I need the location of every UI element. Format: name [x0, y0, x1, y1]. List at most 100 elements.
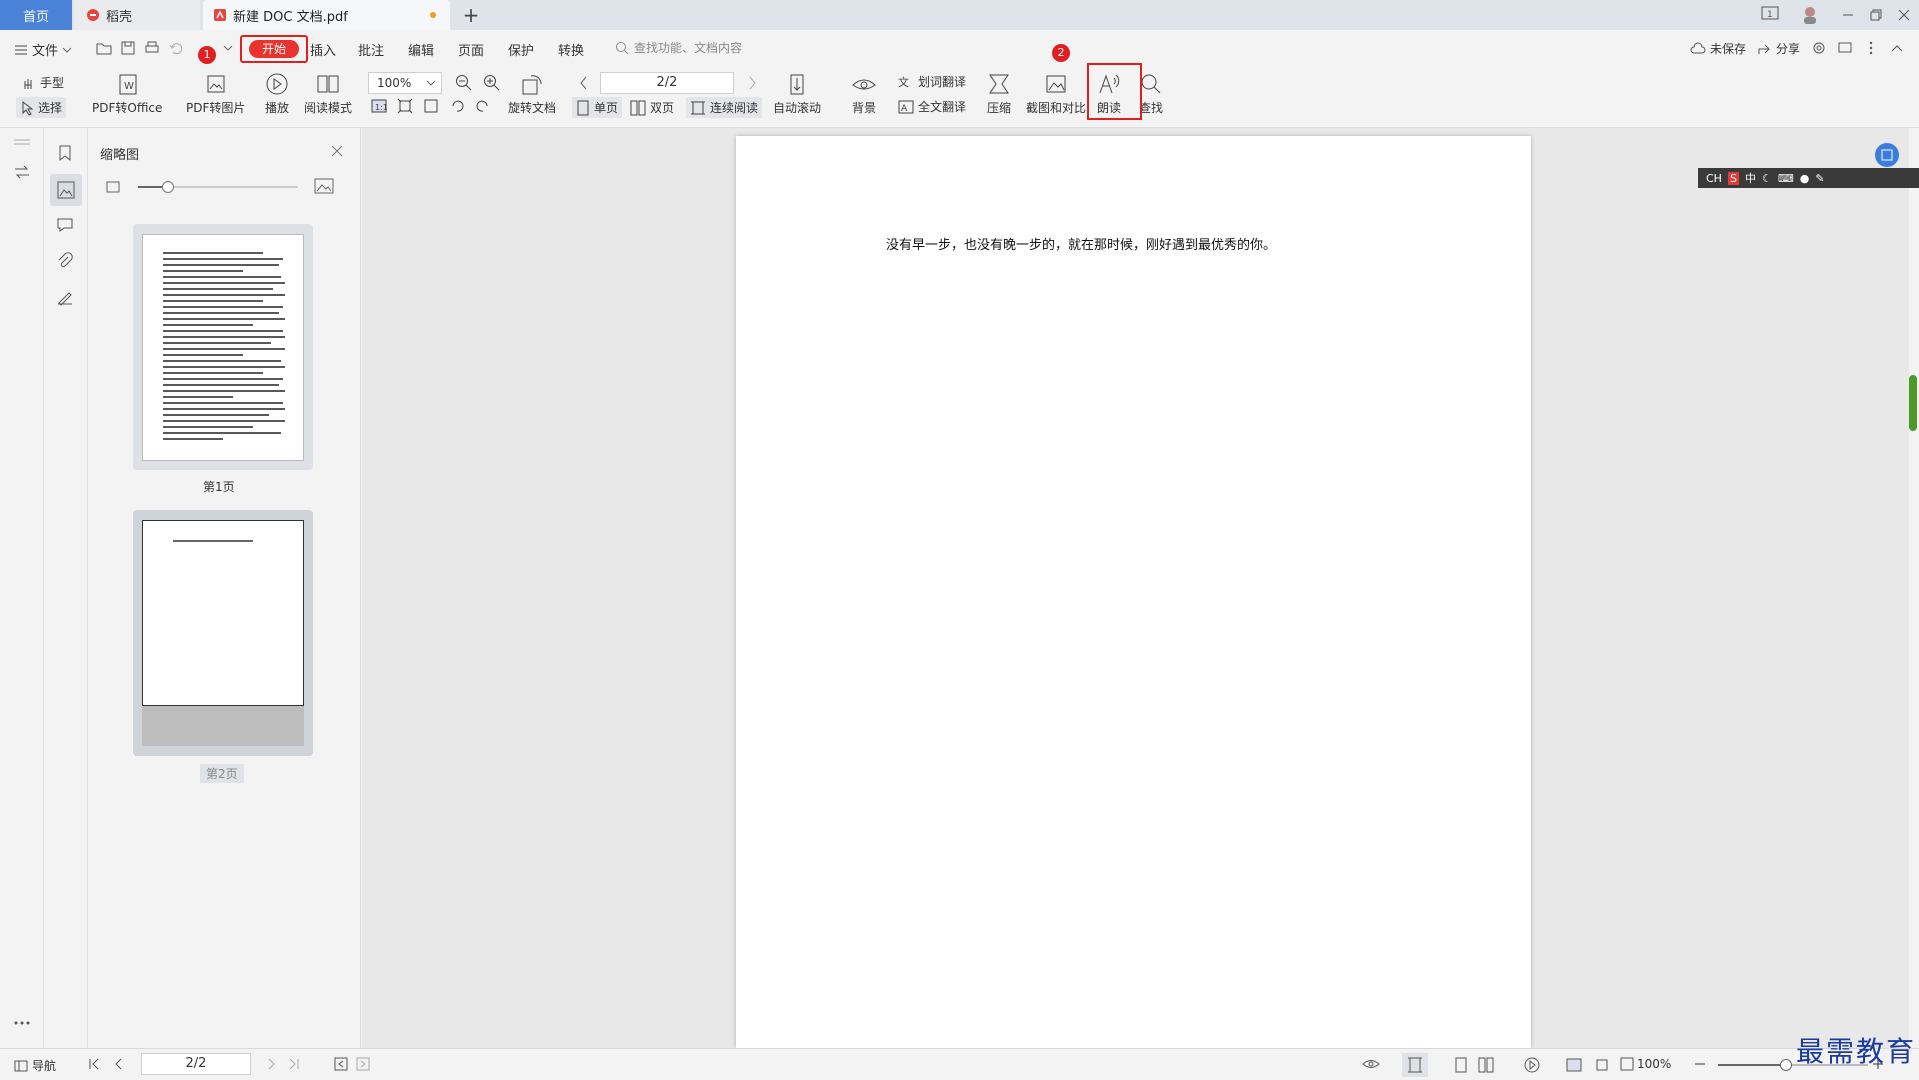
thumbnail-size-slider[interactable] — [138, 181, 298, 193]
customize-arrow-icon[interactable] — [222, 39, 240, 57]
forward-icon[interactable] — [356, 1057, 370, 1071]
double-page-status-icon[interactable] — [1478, 1057, 1494, 1073]
tool-icon[interactable]: ✎ — [1815, 172, 1824, 185]
prev-page-status-icon[interactable] — [112, 1057, 124, 1071]
collapse-ribbon-icon[interactable] — [1888, 39, 1906, 57]
zoom-status[interactable]: 100% — [1620, 1057, 1671, 1071]
pdf-to-office-button[interactable]: W PDF转Office — [92, 72, 162, 116]
collapse-rail-icon[interactable] — [12, 138, 32, 146]
play-status-icon[interactable] — [1524, 1057, 1540, 1073]
rotate-left-icon[interactable] — [449, 98, 465, 114]
slider-thumb[interactable] — [162, 181, 174, 193]
hand-tool-button[interactable]: 手型 — [20, 74, 64, 91]
more-vertical-icon[interactable] — [1862, 39, 1880, 57]
small-thumbnail-icon[interactable] — [106, 180, 120, 194]
next-page-status-icon[interactable] — [266, 1057, 278, 1071]
auto-scroll-button[interactable]: 自动滚动 — [773, 72, 821, 116]
select-tool-button[interactable]: 选择 — [16, 97, 67, 118]
close-panel-icon[interactable] — [330, 144, 344, 158]
window-layout-icon[interactable]: 1 — [1760, 5, 1782, 25]
share-button[interactable]: 分享 — [1756, 40, 1800, 57]
more-icon[interactable] — [12, 1018, 32, 1028]
menu-insert[interactable]: 插入 — [310, 40, 336, 59]
compress-button[interactable]: 压缩 — [986, 72, 1012, 116]
prev-page-icon[interactable] — [578, 74, 590, 92]
tab-home[interactable]: 首页 — [0, 0, 72, 30]
settings-icon[interactable] — [1810, 39, 1828, 57]
feature-search[interactable]: 查找功能、文档内容 — [615, 39, 742, 56]
read-aloud-highlight — [1087, 63, 1142, 120]
vertical-scrollbar[interactable] — [1909, 375, 1917, 431]
back-icon[interactable] — [334, 1057, 348, 1071]
ime-zh[interactable]: 中 — [1745, 170, 1756, 186]
save-icon[interactable] — [119, 39, 137, 57]
floating-assistant-icon[interactable] — [1875, 143, 1899, 167]
menu-start[interactable]: 开始 — [249, 40, 299, 58]
nav-toggle[interactable]: 导航 — [14, 1057, 56, 1074]
thumbnail-panel-icon[interactable] — [50, 174, 82, 206]
restore-icon[interactable] — [1866, 5, 1888, 25]
open-folder-icon[interactable] — [95, 39, 113, 57]
message-icon[interactable] — [1836, 39, 1854, 57]
menu-annotate[interactable]: 批注 — [358, 40, 384, 59]
rotate-right-icon[interactable] — [475, 98, 491, 114]
first-page-icon[interactable] — [88, 1057, 100, 1071]
actual-size-status-icon[interactable] — [1566, 1057, 1582, 1073]
thumbnail-page-2[interactable] — [133, 510, 313, 756]
eye-mode-icon[interactable] — [1362, 1057, 1380, 1071]
full-translate-button[interactable]: A 全文翻译 — [898, 98, 966, 115]
undo-icon[interactable] — [167, 39, 185, 57]
fit-page-icon[interactable] — [397, 98, 413, 114]
pdf-to-image-button[interactable]: PDF转图片 — [186, 72, 245, 116]
thumbnail-page-1[interactable] — [133, 224, 313, 470]
single-page-button[interactable]: 单页 — [572, 97, 623, 118]
continuous-read-button[interactable]: 连续阅读 — [686, 97, 763, 118]
menu-page[interactable]: 页面 — [458, 40, 484, 59]
background-button[interactable]: 背景 — [851, 72, 877, 116]
last-page-icon[interactable] — [288, 1057, 300, 1071]
status-page-input[interactable]: 2/2 — [141, 1053, 251, 1075]
zoom-out-status-icon[interactable] — [1694, 1057, 1706, 1071]
tab-daoke[interactable]: 稻壳 — [74, 0, 200, 30]
bookmark-icon[interactable] — [56, 144, 74, 162]
convert-tool-icon[interactable] — [12, 162, 32, 182]
next-page-icon[interactable] — [746, 74, 758, 92]
large-thumbnail-icon[interactable] — [314, 177, 334, 195]
zoom-slider-thumb[interactable] — [1780, 1059, 1792, 1071]
menu-edit[interactable]: 编辑 — [408, 40, 434, 59]
user-avatar[interactable] — [1800, 5, 1822, 25]
rotate-doc-button[interactable]: 旋转文档 — [508, 72, 556, 116]
print-icon[interactable] — [143, 39, 161, 57]
tab-document[interactable]: 新建 DOC 文档.pdf — [203, 0, 450, 30]
menu-protect[interactable]: 保护 — [508, 40, 534, 59]
comment-icon[interactable] — [56, 216, 74, 234]
file-menu[interactable]: 文件 — [14, 40, 72, 59]
fit-page-status-icon[interactable] — [1594, 1057, 1610, 1073]
zoom-in-icon[interactable] — [483, 74, 501, 92]
play-button[interactable]: 播放 — [264, 72, 290, 116]
unsaved-status[interactable]: 未保存 — [1690, 40, 1746, 57]
word-translate-button[interactable]: 文 划词翻译 — [898, 73, 966, 90]
attachment-icon[interactable] — [56, 252, 74, 270]
signature-icon[interactable] — [56, 288, 74, 306]
screenshot-compare-button[interactable]: 截图和对比 — [1026, 72, 1086, 116]
zoom-select[interactable]: 100% — [368, 72, 442, 94]
keyboard-icon[interactable]: ⌨ — [1778, 172, 1794, 185]
moon-icon[interactable]: ☾ — [1762, 172, 1772, 185]
zoom-out-icon[interactable] — [455, 74, 473, 92]
new-tab-button[interactable]: + — [456, 0, 486, 30]
menu-convert[interactable]: 转换 — [558, 40, 584, 59]
actual-size-icon[interactable]: 1:1 — [371, 98, 387, 114]
user-icon[interactable]: ● — [1800, 172, 1810, 185]
page-number-input[interactable]: 2/2 — [600, 72, 734, 94]
menu-start-highlight[interactable]: 开始 — [240, 35, 308, 63]
continuous-mode-status-icon[interactable] — [1402, 1053, 1428, 1077]
ime-toolbar[interactable]: CH S 中 ☾ ⌨ ● ✎ — [1698, 168, 1919, 188]
double-page-button[interactable]: 双页 — [626, 97, 678, 118]
minimize-icon[interactable] — [1838, 5, 1860, 25]
reading-mode-button[interactable]: 阅读模式 — [304, 72, 352, 116]
fit-width-icon[interactable] — [423, 98, 439, 114]
single-page-status-icon[interactable] — [1454, 1057, 1468, 1073]
ime-ch[interactable]: CH — [1706, 172, 1722, 185]
close-icon[interactable] — [1894, 5, 1916, 25]
